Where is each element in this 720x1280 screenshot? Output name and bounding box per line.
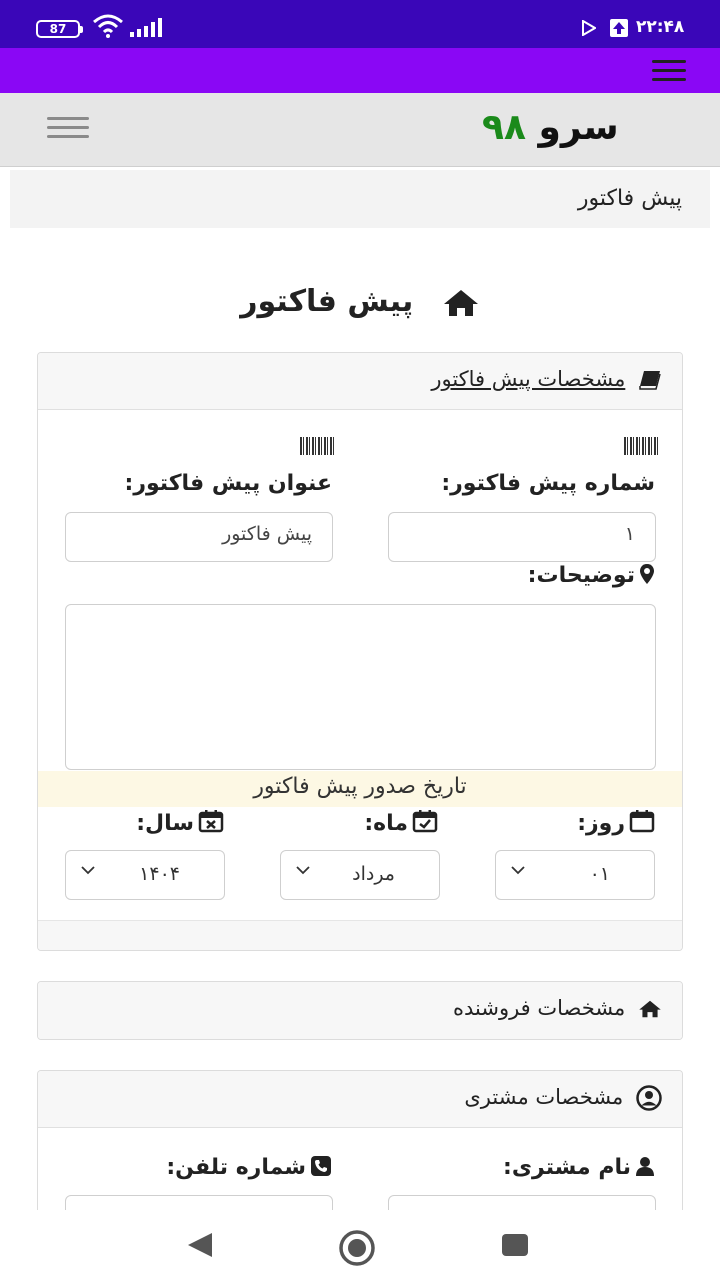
phone-icon xyxy=(311,1156,331,1176)
invoice-title-value: پیش فاکتور xyxy=(222,523,312,545)
seller-details-card: مشخصات فروشنده xyxy=(37,981,683,1040)
year-select-value: ۱۴۰۴ xyxy=(139,863,180,885)
issue-date-section: تاریخ صدور پیش فاکتور xyxy=(38,771,682,807)
phone-label: شماره تلفن: xyxy=(166,1155,332,1180)
battery-icon: 87 xyxy=(36,20,83,38)
site-header: سرو ۹۸ xyxy=(0,93,720,167)
seller-details-header[interactable]: مشخصات فروشنده xyxy=(38,982,682,1039)
description-textarea[interactable] xyxy=(65,604,656,770)
system-nav-bar xyxy=(0,1210,720,1280)
logo-word: سرو xyxy=(538,107,619,148)
home-icon xyxy=(639,1000,661,1018)
seller-details-title: مشخصات فروشنده xyxy=(452,996,626,1020)
recents-icon[interactable] xyxy=(502,1234,528,1256)
barcode-icon xyxy=(300,437,334,455)
navbar-toggler-icon[interactable] xyxy=(47,117,89,141)
user-circle-icon xyxy=(636,1085,662,1111)
breadcrumb-current: پیش فاکتور xyxy=(577,186,682,211)
invoice-title-label: عنوان پیش فاکتور: xyxy=(124,471,332,496)
logo-number: ۹۸ xyxy=(482,107,526,148)
invoice-details-card: مشخصات پیش فاکتور شماره پیش فاکتور: عنوا… xyxy=(37,352,683,951)
year-label: سال: xyxy=(136,809,224,836)
customer-details-card: مشخصات مشتری نام مشتری: شماره تلفن: xyxy=(37,1070,683,1230)
upload-icon xyxy=(610,19,628,37)
customer-name-label: نام مشتری: xyxy=(503,1155,655,1180)
invoice-number-label: شماره پیش فاکتور: xyxy=(441,471,655,496)
breadcrumb: پیش فاکتور xyxy=(10,170,710,228)
day-select-value: ۰۱ xyxy=(589,863,610,885)
customer-details-title: مشخصات مشتری xyxy=(464,1085,624,1109)
book-icon xyxy=(639,371,661,390)
site-logo[interactable]: سرو ۹۸ xyxy=(482,107,619,148)
calendar-times-icon xyxy=(198,810,224,833)
invoice-details-footer xyxy=(38,920,682,950)
issue-date-label: تاریخ صدور پیش فاکتور xyxy=(253,774,467,799)
home-button-icon[interactable] xyxy=(338,1229,376,1267)
day-label: روز: xyxy=(577,809,655,836)
month-select[interactable]: مرداد xyxy=(280,850,440,900)
page-title-text: پیش فاکتور xyxy=(240,284,414,319)
calendar-icon xyxy=(629,810,655,833)
invoice-details-header[interactable]: مشخصات پیش فاکتور xyxy=(38,353,682,410)
hamburger-icon[interactable] xyxy=(652,60,686,82)
home-icon xyxy=(443,289,478,316)
customer-details-header[interactable]: مشخصات مشتری xyxy=(38,1071,682,1128)
chevron-down-icon xyxy=(296,866,310,875)
wifi-icon xyxy=(93,14,123,38)
user-icon xyxy=(636,1157,654,1176)
map-marker-icon xyxy=(640,564,654,584)
app-bar xyxy=(0,48,720,93)
invoice-title-input[interactable]: پیش فاکتور xyxy=(65,512,333,562)
month-select-value: مرداد xyxy=(352,863,395,885)
barcode-icon xyxy=(624,437,658,455)
battery-level: 87 xyxy=(49,22,67,36)
clock: ۲۲:۴۸ xyxy=(636,17,685,37)
invoice-number-value: ۱ xyxy=(624,523,635,545)
calendar-check-icon xyxy=(412,810,438,833)
invoice-number-input[interactable]: ۱ xyxy=(388,512,656,562)
signal-icon xyxy=(130,18,162,37)
chevron-down-icon xyxy=(511,866,525,875)
invoice-details-title: مشخصات پیش فاکتور xyxy=(431,367,626,391)
play-store-icon xyxy=(582,20,596,36)
description-label: توضیحات: xyxy=(528,563,655,588)
month-label: ماه: xyxy=(364,809,438,836)
year-select[interactable]: ۱۴۰۴ xyxy=(65,850,225,900)
day-select[interactable]: ۰۱ xyxy=(495,850,655,900)
page-title: پیش فاکتور xyxy=(0,284,720,319)
back-icon[interactable] xyxy=(186,1232,214,1258)
chevron-down-icon xyxy=(81,866,95,875)
status-bar: 87 ۲۲:۴۸ xyxy=(0,0,720,48)
